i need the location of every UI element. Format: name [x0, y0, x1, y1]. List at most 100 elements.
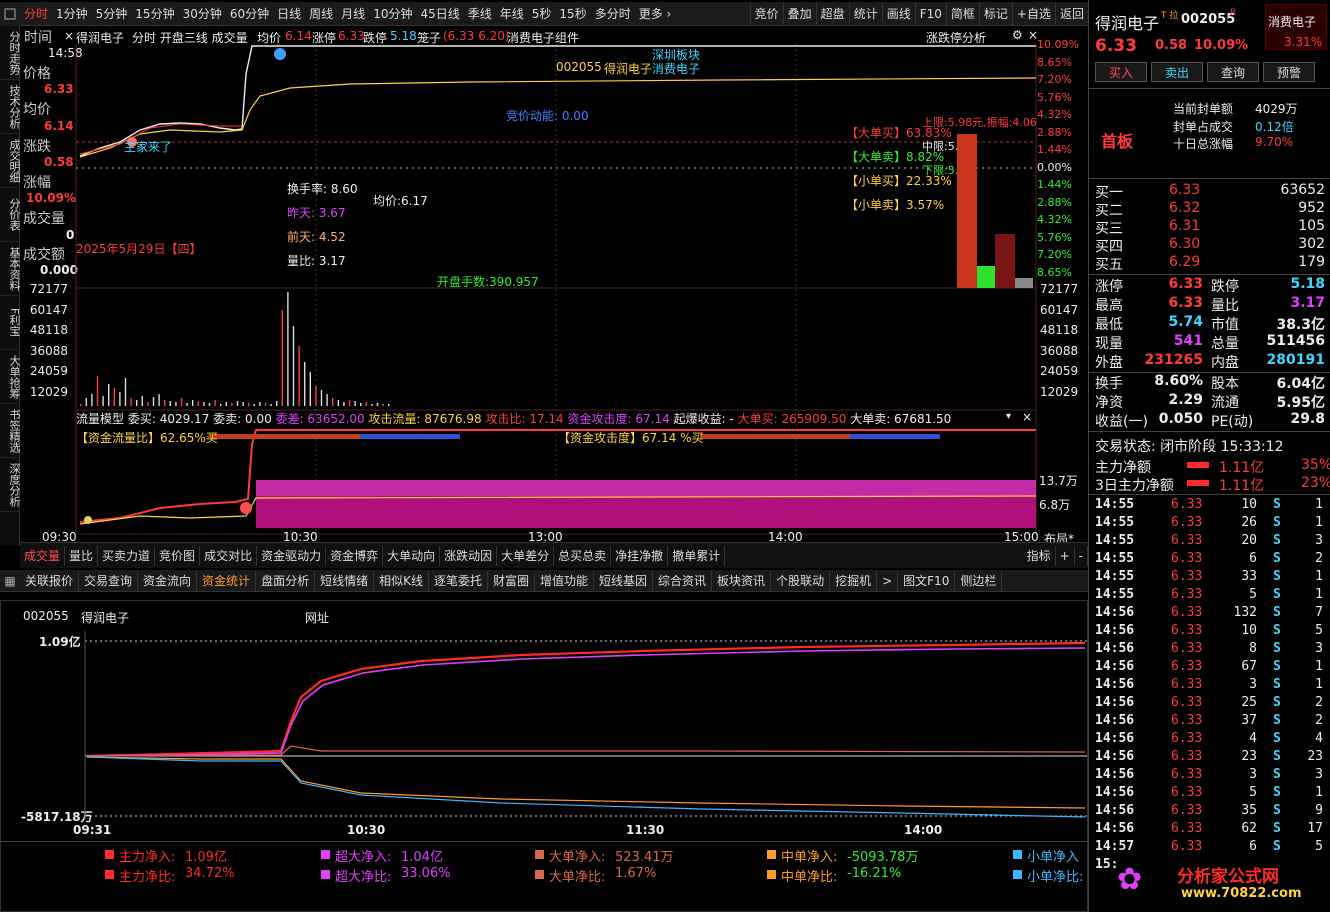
indicator-tab-6[interactable]: 资金博弈 [326, 545, 384, 566]
function-tab-17[interactable]: 侧边栏 [955, 570, 1003, 591]
indicator-tab-7[interactable]: 大单动向 [383, 545, 441, 566]
period-tab-10[interactable]: 45日线 [416, 3, 463, 25]
toolbar-item-9[interactable]: 返回 [1054, 2, 1088, 25]
indicator-tab-11[interactable]: 净挂净撤 [611, 545, 669, 566]
indicator-tab-10[interactable]: 总买总卖 [554, 545, 612, 566]
indicator-tab-4[interactable]: 成交对比 [200, 545, 258, 566]
tick-side: S [1273, 677, 1281, 692]
period-tab-7[interactable]: 周线 [305, 3, 337, 25]
bid-vol-2: 105 [1298, 218, 1325, 234]
indicator-tab-9[interactable]: 大单差分 [497, 545, 555, 566]
period-tab-15[interactable]: 多分时 [591, 3, 635, 25]
volume-bar [164, 400, 166, 406]
vtab-5[interactable]: F利宝 [0, 296, 21, 350]
quote-marks: T 拉 [1161, 11, 1179, 21]
flow-dropdown-icon[interactable]: ▾ [1006, 411, 1011, 422]
toolbar-item-4[interactable]: 画线 [881, 2, 915, 25]
bid-row-2[interactable]: 买三 6.31 105 [1089, 218, 1330, 237]
vtab-8[interactable]: 深度分析 [0, 458, 21, 512]
indicator-ctrl-1[interactable]: + [1056, 545, 1075, 566]
vtab-6[interactable]: 大单抢筹 [0, 350, 21, 404]
function-tab-10[interactable]: 短线基因 [594, 570, 654, 591]
period-tab-12[interactable]: 年线 [496, 3, 528, 25]
settings-icon[interactable]: ⚙ [1012, 28, 1023, 42]
toolbar-item-8[interactable]: +自选 [1011, 2, 1055, 25]
toolbar-item-1[interactable]: 叠加 [782, 2, 816, 25]
function-tab-12[interactable]: 板块资讯 [712, 570, 772, 591]
indicator-tab-0[interactable]: 成交量 [20, 545, 66, 566]
toolbar-item-7[interactable]: 标记 [978, 2, 1012, 25]
indicator-ctrl-0[interactable]: 指标 [1023, 545, 1056, 566]
function-tab-13[interactable]: 个股联动 [771, 570, 831, 591]
period-tab-3[interactable]: 15分钟 [131, 3, 178, 25]
tick-price: 6.33 [1171, 677, 1203, 692]
period-tab-0[interactable]: 分时 [20, 3, 52, 25]
period-tab-8[interactable]: 月线 [337, 3, 369, 25]
vtab-4[interactable]: 基本资料 [0, 242, 21, 296]
alert-button[interactable]: 预警 [1263, 62, 1315, 82]
toolbar-item-2[interactable]: 超盘 [815, 2, 849, 25]
function-tab-2[interactable]: 资金流向 [138, 570, 198, 591]
indicator-tab-3[interactable]: 竞价图 [155, 545, 201, 566]
function-tab-7[interactable]: 逐笔委托 [429, 570, 488, 591]
buy-button[interactable]: 买入 [1095, 62, 1147, 82]
period-tab-4[interactable]: 30分钟 [179, 3, 226, 25]
indicator-tab-2[interactable]: 买卖力道 [98, 545, 156, 566]
period-tab-11[interactable]: 季线 [464, 3, 496, 25]
tick-time: 14:57 [1095, 839, 1135, 854]
function-tab-0[interactable]: 关联报价 [20, 570, 80, 591]
period-tab-16[interactable]: 更多 › [635, 3, 676, 25]
vtab-1[interactable]: 技术分析 [0, 80, 21, 134]
function-tab-3[interactable]: 资金统计 [197, 570, 257, 591]
tick-vol: 4 [1249, 731, 1257, 746]
indicator-tab-8[interactable]: 涨跌动因 [440, 545, 498, 566]
period-tab-5[interactable]: 60分钟 [226, 3, 273, 25]
function-tab-11[interactable]: 综合资讯 [653, 570, 713, 591]
indicator-tab-5[interactable]: 资金驱动力 [257, 545, 327, 566]
period-tab-6[interactable]: 日线 [273, 3, 305, 25]
stats-label2-4: 内盘 [1211, 355, 1239, 371]
toolbar-item-5[interactable]: F10 [914, 2, 946, 25]
toolbar-item-6[interactable]: 简框 [945, 2, 979, 25]
period-tab-1[interactable]: 1分钟 [52, 3, 92, 25]
fund-legend-ratio: 主力净比: 34.72% 超大净比: 33.06% 大单净比: 1.67% 中单净比: -16… [1, 865, 1089, 885]
stats-val2-4: 280191 [1266, 352, 1325, 368]
bid-row-4[interactable]: 买五 6.29 179 [1089, 254, 1330, 273]
function-tab-6[interactable]: 相似K线 [374, 570, 429, 591]
period-tab-13[interactable]: 5秒 [528, 3, 556, 25]
function-tab-4[interactable]: 盘面分析 [256, 570, 316, 591]
flow-close-icon[interactable]: × [1022, 410, 1032, 424]
indicator-ctrl-2[interactable]: - [1075, 545, 1088, 566]
flow-model: 流量模型 [76, 412, 125, 426]
bid-row-0[interactable]: 买一 6.33 63652 [1089, 182, 1330, 201]
indicator-tab-12[interactable]: 撤单累计 [668, 545, 726, 566]
period-tab-14[interactable]: 15秒 [555, 3, 590, 25]
function-tab-16[interactable]: 图文F10 [898, 570, 956, 591]
function-tab-9[interactable]: 增值功能 [535, 570, 595, 591]
tick-price: 6.33 [1171, 803, 1203, 818]
toolbar-item-3[interactable]: 统计 [848, 2, 882, 25]
function-tab-15[interactable]: > [877, 570, 899, 591]
close-chart-icon[interactable]: × [64, 29, 74, 43]
function-tab-1[interactable]: 交易查询 [79, 570, 139, 591]
grid-icon[interactable]: ▦ [0, 574, 20, 588]
function-tab-8[interactable]: 财富圈 [488, 570, 535, 591]
bid-row-1[interactable]: 买二 6.32 952 [1089, 200, 1330, 219]
period-tab-2[interactable]: 5分钟 [92, 3, 132, 25]
function-tab-14[interactable]: 挖掘机 [830, 570, 878, 591]
query-button[interactable]: 查询 [1207, 62, 1259, 82]
menu-grid-icon[interactable] [0, 2, 20, 26]
toolbar-item-0[interactable]: 竞价 [749, 2, 783, 25]
indicator-tab-1[interactable]: 量比 [65, 545, 99, 566]
vtab-0[interactable]: 分时走势 [0, 26, 21, 80]
vtab-7[interactable]: 书签精选 [0, 404, 21, 458]
vtab-3[interactable]: 分价表 [0, 188, 21, 242]
vtab-2[interactable]: 成交明细 [0, 134, 21, 188]
sell-button[interactable]: 卖出 [1151, 62, 1203, 82]
tick-count: 9 [1315, 803, 1323, 818]
volume-bar [371, 404, 373, 406]
sector-box[interactable]: 消费电子 3.31% [1265, 4, 1327, 50]
bid-row-3[interactable]: 买四 6.30 302 [1089, 236, 1330, 255]
period-tab-9[interactable]: 10分钟 [369, 3, 416, 25]
function-tab-5[interactable]: 短线情绪 [315, 570, 375, 591]
